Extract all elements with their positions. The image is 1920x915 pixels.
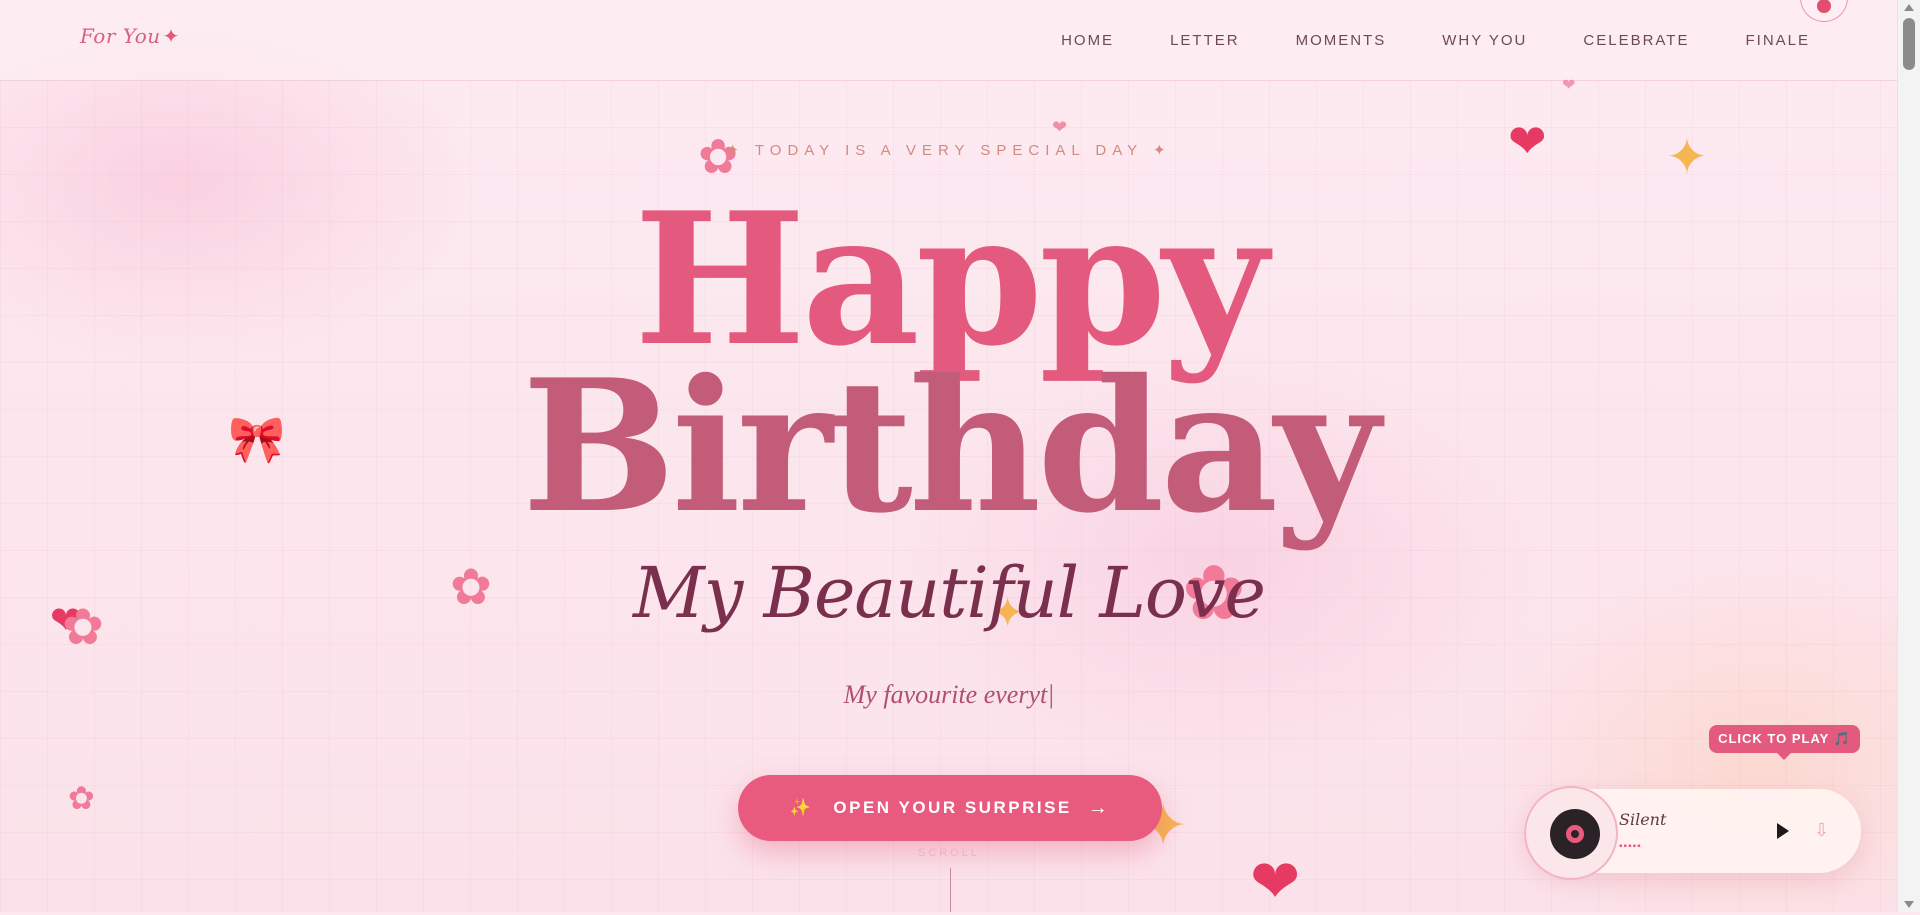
click-to-play-tooltip: CLICK TO PLAY 🎵	[1709, 725, 1860, 760]
scrollbar-thumb[interactable]	[1903, 18, 1915, 70]
nav-link-moments[interactable]: MOMENTS	[1296, 32, 1387, 49]
nav-link-why-you[interactable]: WHY YOU	[1442, 32, 1527, 49]
download-icon[interactable]: ⇩	[1814, 820, 1829, 841]
scroll-down-arrow-icon[interactable]	[1904, 901, 1914, 908]
open-surprise-button[interactable]: ✨ OPEN YOUR SURPRISE →	[738, 775, 1162, 841]
open-surprise-label: OPEN YOUR SURPRISE	[833, 798, 1072, 817]
typing-tagline: My favourite everyt|	[843, 680, 1055, 709]
record-indicator-button[interactable]	[1800, 0, 1848, 22]
subtitle-text: My Beautiful Love	[633, 552, 1266, 634]
track-title: Silent	[1619, 810, 1667, 829]
scroll-up-arrow-icon[interactable]	[1904, 4, 1914, 11]
vinyl-disc-button[interactable]	[1524, 786, 1618, 880]
flower-icon: ✿	[68, 780, 95, 816]
heart-icon: ❤	[1250, 848, 1301, 915]
eyebrow-text: ✦ TODAY IS A VERY SPECIAL DAY ✦	[726, 142, 1172, 159]
logo-text: For You	[80, 24, 161, 48]
play-icon[interactable]	[1777, 823, 1789, 839]
logo[interactable]: For You ✦	[80, 24, 180, 48]
nav-link-celebrate[interactable]: CELEBRATE	[1583, 32, 1689, 49]
music-player: Silent ▪▪▪▪▪ ⇩	[1524, 786, 1861, 880]
small-heart-icon: ❤	[1052, 117, 1068, 137]
vinyl-record-icon	[1550, 809, 1600, 859]
equalizer-icon: ▪▪▪▪▪	[1619, 841, 1642, 852]
sparkles-icon: ✨	[789, 798, 814, 817]
scrollbar[interactable]	[1897, 0, 1920, 912]
nav-links: HOME LETTER MOMENTS WHY YOU CELEBRATE FI…	[1005, 32, 1810, 49]
scroll-indicator-line	[950, 868, 951, 912]
nav-link-finale[interactable]: FINALE	[1745, 32, 1810, 49]
nav-link-home[interactable]: HOME	[1061, 32, 1114, 49]
small-heart-icon: ❤	[1562, 77, 1576, 94]
arrow-right-icon: →	[1087, 796, 1111, 819]
title-birthday: Birthday	[521, 339, 1380, 553]
sparkle-icon: ✦	[162, 24, 180, 48]
top-navbar: For You ✦ HOME LETTER MOMENTS WHY YOU CEL…	[0, 0, 1898, 81]
nav-link-letter[interactable]: LETTER	[1170, 32, 1240, 49]
